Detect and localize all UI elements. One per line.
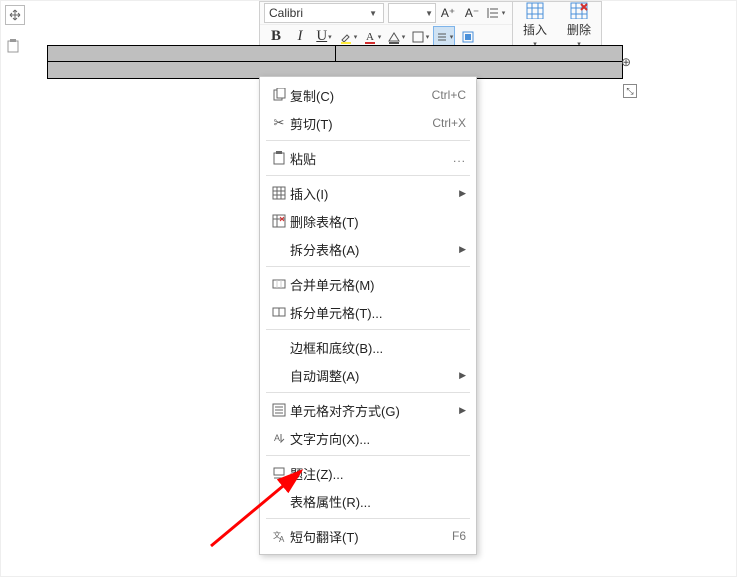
chevron-right-icon: ▶ (459, 405, 466, 416)
table-icon (268, 186, 290, 200)
menu-separator (266, 140, 470, 141)
menu-split-table[interactable]: 拆分表格(A) ▶ (260, 235, 476, 263)
menu-cut[interactable]: ✂ 剪切(T) Ctrl+X (260, 109, 476, 137)
svg-text:A: A (279, 535, 285, 543)
font-name-value: Calibri (269, 6, 303, 20)
text-direction-icon: A (268, 431, 290, 445)
menu-auto-fit[interactable]: 自动调整(A) ▶ (260, 361, 476, 389)
table-insert-icon (526, 2, 544, 19)
menu-separator (266, 518, 470, 519)
menu-borders-shading[interactable]: 边框和底纹(B)... (260, 333, 476, 361)
align-icon (268, 403, 290, 417)
line-spacing-button[interactable]: ▾ (485, 2, 507, 24)
column-add-handle[interactable]: ⊕ (621, 55, 631, 69)
caption-icon (268, 466, 290, 480)
font-name-combo[interactable]: Calibri ▼ (264, 3, 384, 23)
table-cell[interactable] (48, 46, 336, 61)
menu-separator (266, 175, 470, 176)
split-cells-icon (268, 305, 290, 319)
grow-font-button[interactable]: A⁺ (437, 2, 459, 24)
menu-cell-align[interactable]: 单元格对齐方式(G) ▶ (260, 396, 476, 424)
copy-icon (268, 88, 290, 102)
context-menu: 复制(C) Ctrl+C ✂ 剪切(T) Ctrl+X 粘贴 ... 插入(I)… (259, 76, 477, 555)
scissors-icon: ✂ (268, 115, 290, 131)
translate-icon: 文A (268, 529, 290, 543)
clipboard-icon (268, 151, 290, 165)
insert-dropdown[interactable]: 插入▾ (513, 2, 557, 48)
menu-copy[interactable]: 复制(C) Ctrl+C (260, 81, 476, 109)
document-table[interactable] (47, 45, 623, 79)
menu-insert[interactable]: 插入(I) ▶ (260, 179, 476, 207)
insert-label: 插入 (523, 21, 547, 38)
delete-label: 删除 (567, 21, 591, 38)
chevron-right-icon: ▶ (459, 244, 466, 255)
menu-split-cells[interactable]: 拆分单元格(T)... (260, 298, 476, 326)
merge-cells-icon (268, 277, 290, 291)
table-delete-icon (570, 2, 588, 19)
menu-separator (266, 455, 470, 456)
table-delete-icon (268, 214, 290, 228)
svg-text:A: A (366, 31, 374, 43)
chevron-right-icon: ▶ (459, 188, 466, 199)
delete-dropdown[interactable]: 删除▾ (557, 2, 601, 48)
menu-caption[interactable]: 题注(Z)... (260, 459, 476, 487)
shrink-font-button[interactable]: A⁻ (461, 2, 483, 24)
menu-delete-table[interactable]: 删除表格(T) (260, 207, 476, 235)
chevron-down-icon: ▼ (367, 9, 379, 18)
table-cell[interactable] (336, 46, 623, 61)
svg-text:A: A (274, 433, 280, 443)
menu-separator (266, 329, 470, 330)
chevron-down-icon: ▼ (423, 9, 435, 18)
ribbon-toolbar: Calibri ▼ ▼ A⁺ A⁻ ▾ B I U▾ ▾ A▾ ▾ (259, 1, 602, 49)
move-handle[interactable] (5, 5, 25, 25)
menu-text-direction[interactable]: A 文字方向(X)... (260, 424, 476, 452)
menu-merge-cells[interactable]: 合并单元格(M) (260, 270, 476, 298)
menu-table-properties[interactable]: 表格属性(R)... (260, 487, 476, 515)
menu-separator (266, 266, 470, 267)
font-size-combo[interactable]: ▼ (388, 3, 436, 23)
table-resize-handle[interactable]: ⤡ (623, 84, 637, 98)
paste-indicator-icon (7, 39, 19, 53)
menu-paste[interactable]: 粘贴 ... (260, 144, 476, 172)
menu-separator (266, 392, 470, 393)
menu-translate[interactable]: 文A 短句翻译(T) F6 (260, 522, 476, 550)
chevron-right-icon: ▶ (459, 370, 466, 381)
